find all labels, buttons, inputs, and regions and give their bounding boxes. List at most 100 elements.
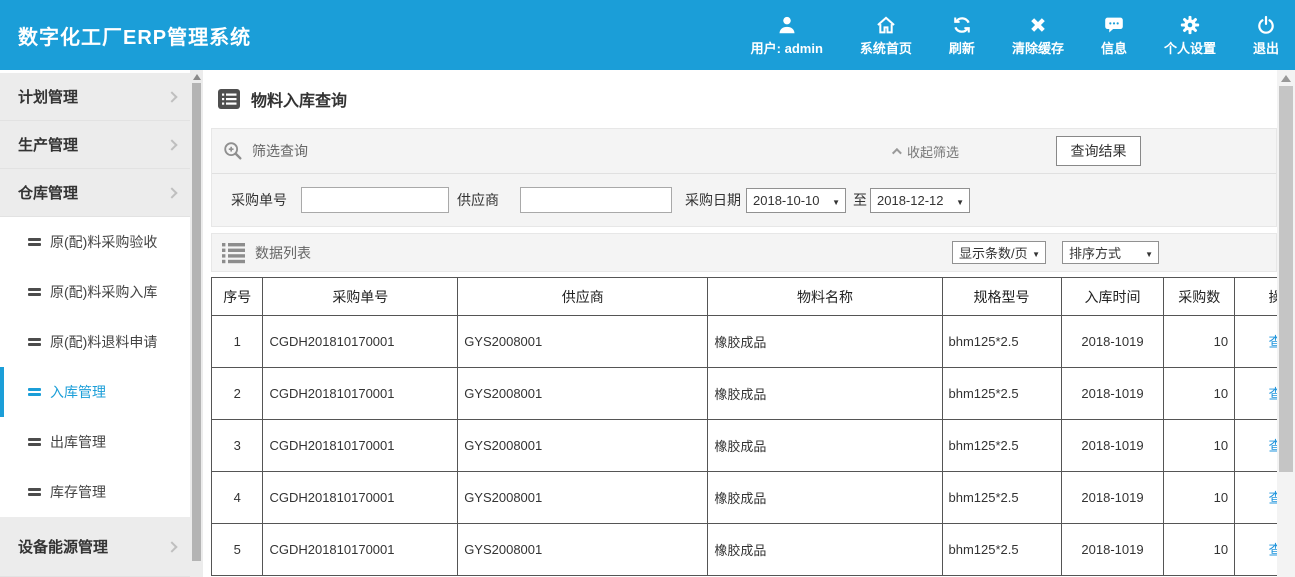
table-cell: bhm125*2.5 — [942, 420, 1061, 472]
data-list-icon — [222, 242, 246, 264]
nav-item-logout[interactable]: 退出 — [1253, 14, 1279, 57]
table-cell: bhm125*2.5 — [942, 368, 1061, 420]
sidebar-item-raw-material-return-request[interactable]: 原(配)料退料申请 — [0, 317, 190, 367]
menu-bars-icon — [28, 438, 41, 446]
table-cell: 2018-1019 — [1061, 420, 1164, 472]
table-cell: CGDH201810170001 — [263, 316, 458, 368]
sidebar-item-label: 出库管理 — [50, 432, 106, 452]
column-header: 入库时间 — [1061, 278, 1164, 316]
main-scrollbar[interactable] — [1277, 70, 1295, 577]
scroll-up-icon[interactable] — [193, 74, 201, 80]
nav-item-home[interactable]: 系统首页 — [860, 14, 912, 57]
nav-item-label: 刷新 — [949, 38, 975, 57]
nav-item-clear-cache[interactable]: 清除缓存 — [1012, 14, 1064, 57]
table-cell: 10 — [1164, 420, 1235, 472]
header-nav: 用户: admin 系统首页 刷新 清除缓存 信息个人设置退出 — [751, 14, 1295, 57]
table-cell: CGDH201810170001 — [263, 368, 458, 420]
sidebar-item-raw-material-purchase-acceptance[interactable]: 原(配)料采购验收 — [0, 217, 190, 267]
sidebar-item-label: 原(配)料采购验收 — [50, 232, 157, 252]
table-cell: 2018-1019 — [1061, 472, 1164, 524]
chevron-right-icon — [166, 139, 177, 150]
chevron-right-icon — [166, 91, 177, 102]
menu-bars-icon — [28, 388, 41, 396]
sidebar-item-label: 库存管理 — [50, 482, 106, 502]
sidebar-group-label: 生产管理 — [18, 134, 78, 155]
nav-item-label: 用户: admin — [751, 38, 823, 57]
collapse-filter-toggle[interactable]: 收起筛选 — [892, 142, 959, 161]
column-header: 供应商 — [458, 278, 708, 316]
date-from-select[interactable]: 2018-10-10 — [746, 188, 846, 213]
sort-select[interactable]: 排序方式 — [1062, 241, 1159, 264]
supplier-label: 供应商 — [457, 190, 499, 210]
table-row: 2CGDH201810170001GYS2008001橡胶成品bhm125*2.… — [212, 368, 1295, 420]
data-list-title: 数据列表 — [255, 243, 311, 263]
table-cell: 10 — [1164, 368, 1235, 420]
sidebar-item-inventory-management[interactable]: 库存管理 — [0, 467, 190, 517]
table-cell: bhm125*2.5 — [942, 316, 1061, 368]
column-header: 规格型号 — [942, 278, 1061, 316]
sidebar-items: 计划管理生产管理仓库管理原(配)料采购验收原(配)料采购入库原(配)料退料申请入… — [0, 73, 190, 577]
app-title: 数字化工厂ERP管理系统 — [18, 21, 251, 50]
date-to-value: 2018-12-12 — [877, 193, 944, 208]
chevron-right-icon — [166, 187, 177, 198]
table-row: 1CGDH201810170001GYS2008001橡胶成品bhm125*2.… — [212, 316, 1295, 368]
main-scrollbar-thumb[interactable] — [1279, 86, 1293, 472]
table-cell: 橡胶成品 — [708, 472, 942, 524]
query-result-button[interactable]: 查询结果 — [1056, 136, 1141, 166]
gear-icon — [1179, 14, 1201, 36]
sidebar-group-warehouse-management[interactable]: 仓库管理 — [0, 169, 190, 217]
table-cell: 10 — [1164, 316, 1235, 368]
sidebar-item-outbound-management[interactable]: 出库管理 — [0, 417, 190, 467]
user-icon — [776, 14, 798, 36]
zoom-search-icon — [222, 140, 244, 162]
collapse-filter-label: 收起筛选 — [907, 142, 959, 161]
table-cell: CGDH201810170001 — [263, 420, 458, 472]
nav-item-label: 退出 — [1253, 38, 1279, 57]
nav-item-user[interactable]: 用户: admin — [751, 14, 823, 57]
page-title-list-icon — [217, 88, 241, 110]
sidebar-scrollbar-thumb[interactable] — [192, 83, 201, 561]
table-cell: bhm125*2.5 — [942, 472, 1061, 524]
scroll-up-icon[interactable] — [1281, 75, 1291, 82]
table-cell: 2018-1019 — [1061, 316, 1164, 368]
sidebar-group-production-management[interactable]: 生产管理 — [0, 121, 190, 169]
purchase-no-input[interactable] — [301, 187, 449, 213]
sidebar-group-equipment-energy-management[interactable]: 设备能源管理 — [0, 517, 190, 577]
nav-item-settings[interactable]: 个人设置 — [1164, 14, 1216, 57]
table-cell: GYS2008001 — [458, 368, 708, 420]
inbound-records-table: 序号采购单号供应商物料名称规格型号入库时间采购数操作 1CGDH20181017… — [211, 277, 1295, 576]
table-header-row: 序号采购单号供应商物料名称规格型号入库时间采购数操作 — [212, 278, 1295, 316]
table-cell: 4 — [212, 472, 263, 524]
table-cell: 2018-1019 — [1061, 368, 1164, 420]
layout: 计划管理生产管理仓库管理原(配)料采购验收原(配)料采购入库原(配)料退料申请入… — [0, 70, 1295, 577]
table-row: 4CGDH201810170001GYS2008001橡胶成品bhm125*2.… — [212, 472, 1295, 524]
message-icon — [1103, 14, 1125, 36]
nav-item-label: 清除缓存 — [1012, 38, 1064, 57]
column-header: 采购单号 — [263, 278, 458, 316]
menu-bars-icon — [28, 238, 41, 246]
home-icon — [875, 14, 897, 36]
table-cell: 5 — [212, 524, 263, 576]
page-size-select[interactable]: 显示条数/页 — [952, 241, 1046, 264]
main-content: 物料入库查询 筛选查询 收起筛选 查询结果 采购单号 — [203, 70, 1295, 577]
sidebar-item-raw-material-purchase-inbound[interactable]: 原(配)料采购入库 — [0, 267, 190, 317]
date-to-select[interactable]: 2018-12-12 — [870, 188, 970, 213]
clear-cache-icon — [1027, 14, 1049, 36]
sidebar-item-inbound-management[interactable]: 入库管理 — [0, 367, 190, 417]
table-cell: GYS2008001 — [458, 420, 708, 472]
nav-item-messages[interactable]: 信息 — [1101, 14, 1127, 57]
table-cell: 橡胶成品 — [708, 524, 942, 576]
nav-item-refresh[interactable]: 刷新 — [949, 14, 975, 57]
table-row: 5CGDH201810170001GYS2008001橡胶成品bhm125*2.… — [212, 524, 1295, 576]
menu-bars-icon — [28, 488, 41, 496]
sidebar-group-plan-management[interactable]: 计划管理 — [0, 73, 190, 121]
page-header: 物料入库查询 — [203, 70, 1295, 128]
sidebar-scrollbar[interactable] — [190, 70, 203, 577]
table-cell: 3 — [212, 420, 263, 472]
page-size-value: 显示条数/页 — [959, 243, 1028, 262]
sidebar-item-label: 原(配)料退料申请 — [50, 332, 157, 352]
filter-fields: 采购单号 供应商 采购日期 2018-10-10 至 2018-12-12 — [212, 174, 1276, 226]
date-from-value: 2018-10-10 — [753, 193, 820, 208]
nav-item-label: 系统首页 — [860, 38, 912, 57]
supplier-input[interactable] — [520, 187, 672, 213]
